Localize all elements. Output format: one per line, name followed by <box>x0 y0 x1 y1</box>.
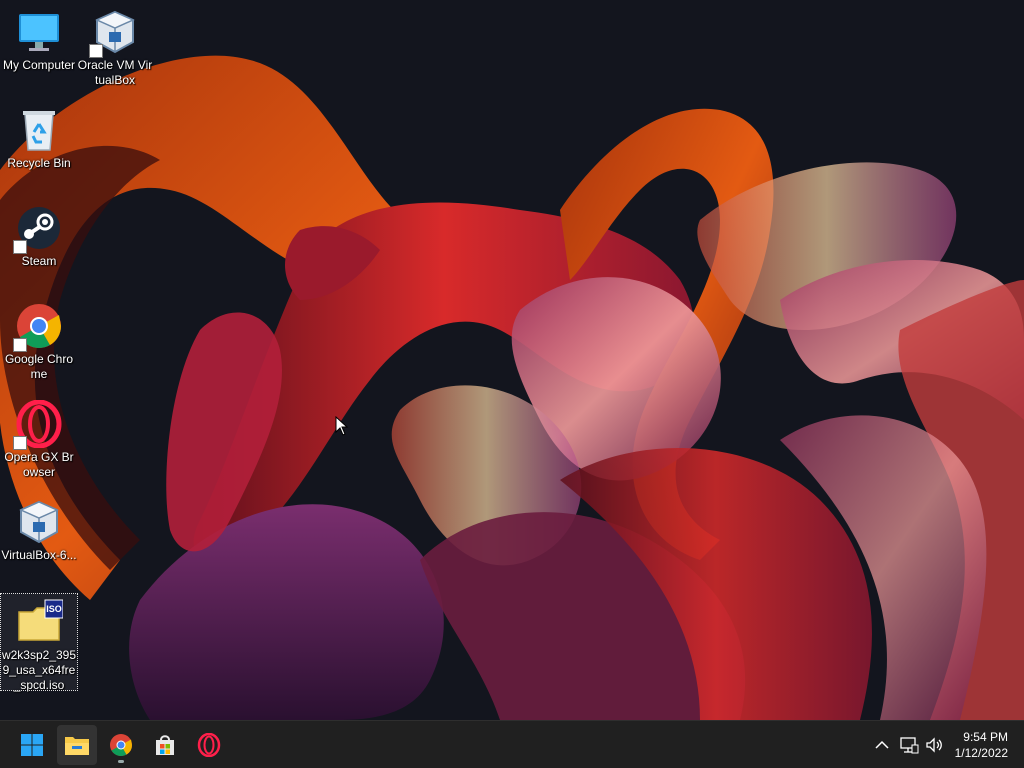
desktop-icon-label: Opera GX Browser <box>4 450 74 479</box>
desktop-icon-recycle-bin[interactable]: Recycle Bin <box>1 102 77 171</box>
virtualbox-installer-icon <box>15 498 63 546</box>
recycle-bin-icon <box>15 106 63 154</box>
shortcut-arrow-icon <box>13 436 27 450</box>
desktop-icon-google-chrome[interactable]: Google Chrome <box>1 298 77 382</box>
desktop-icon-opera-gx-browser[interactable]: Opera GX Browser <box>1 396 77 480</box>
monitor-icon <box>15 8 63 56</box>
chrome-icon <box>13 302 63 352</box>
clock-time[interactable]: 9:54 PM <box>963 730 1008 744</box>
desktop-wallpaper <box>0 0 1024 720</box>
desktop-icon-oracle-vm-virtualbox[interactable]: Oracle VM VirtualBox <box>77 4 153 88</box>
steam-icon <box>13 204 63 254</box>
desktop-icon-label: VirtualBox-6... <box>1 548 77 562</box>
virtualbox-icon <box>89 8 139 58</box>
opera-gx-icon <box>13 399 63 450</box>
file-explorer-icon <box>65 737 89 755</box>
network-icon[interactable] <box>899 735 919 755</box>
shortcut-arrow-icon <box>89 44 103 58</box>
clock-date[interactable]: 1/12/2022 <box>955 746 1008 760</box>
store-icon <box>156 735 174 755</box>
iso-file-icon: ISO <box>15 598 64 646</box>
opera-gx-icon <box>197 733 221 757</box>
desktop-icon-label: My Computer <box>2 58 76 72</box>
taskbar: 9:54 PM 1/12/2022 <box>0 720 1024 768</box>
taskbar-opera-gx-button[interactable] <box>189 725 229 765</box>
taskbar-file-explorer-button[interactable] <box>57 725 97 765</box>
desktop-icon-label: Steam <box>21 254 57 268</box>
chrome-icon <box>110 734 132 756</box>
desktop-icon-iso-file[interactable]: ISO w2k3sp2_3959_usa_x64fre_spcd.iso <box>0 593 78 692</box>
taskbar-chrome-button[interactable] <box>101 725 141 765</box>
shortcut-arrow-icon <box>13 240 27 254</box>
desktop-icon-my-computer[interactable]: My Computer <box>1 4 77 73</box>
desktop-icon-label: Recycle Bin <box>7 156 71 170</box>
desktop-icon-label: Oracle VM VirtualBox <box>77 58 153 87</box>
chevron-up-icon[interactable] <box>872 735 892 755</box>
volume-icon[interactable] <box>924 735 944 755</box>
desktop-icon-label: Google Chrome <box>4 352 74 381</box>
desktop-icon-label: w2k3sp2_3959_usa_x64fre_spcd.iso <box>1 648 77 692</box>
desktop-icon-steam[interactable]: Steam <box>1 200 77 269</box>
start-button[interactable] <box>12 725 52 765</box>
mouse-cursor-icon <box>335 416 349 436</box>
shortcut-arrow-icon <box>13 338 27 352</box>
iso-badge: ISO <box>46 604 62 614</box>
desktop-icon-virtualbox-installer[interactable]: VirtualBox-6... <box>1 494 77 563</box>
taskbar-store-button[interactable] <box>145 725 185 765</box>
windows-start-icon <box>21 734 43 756</box>
running-indicator <box>118 760 124 763</box>
